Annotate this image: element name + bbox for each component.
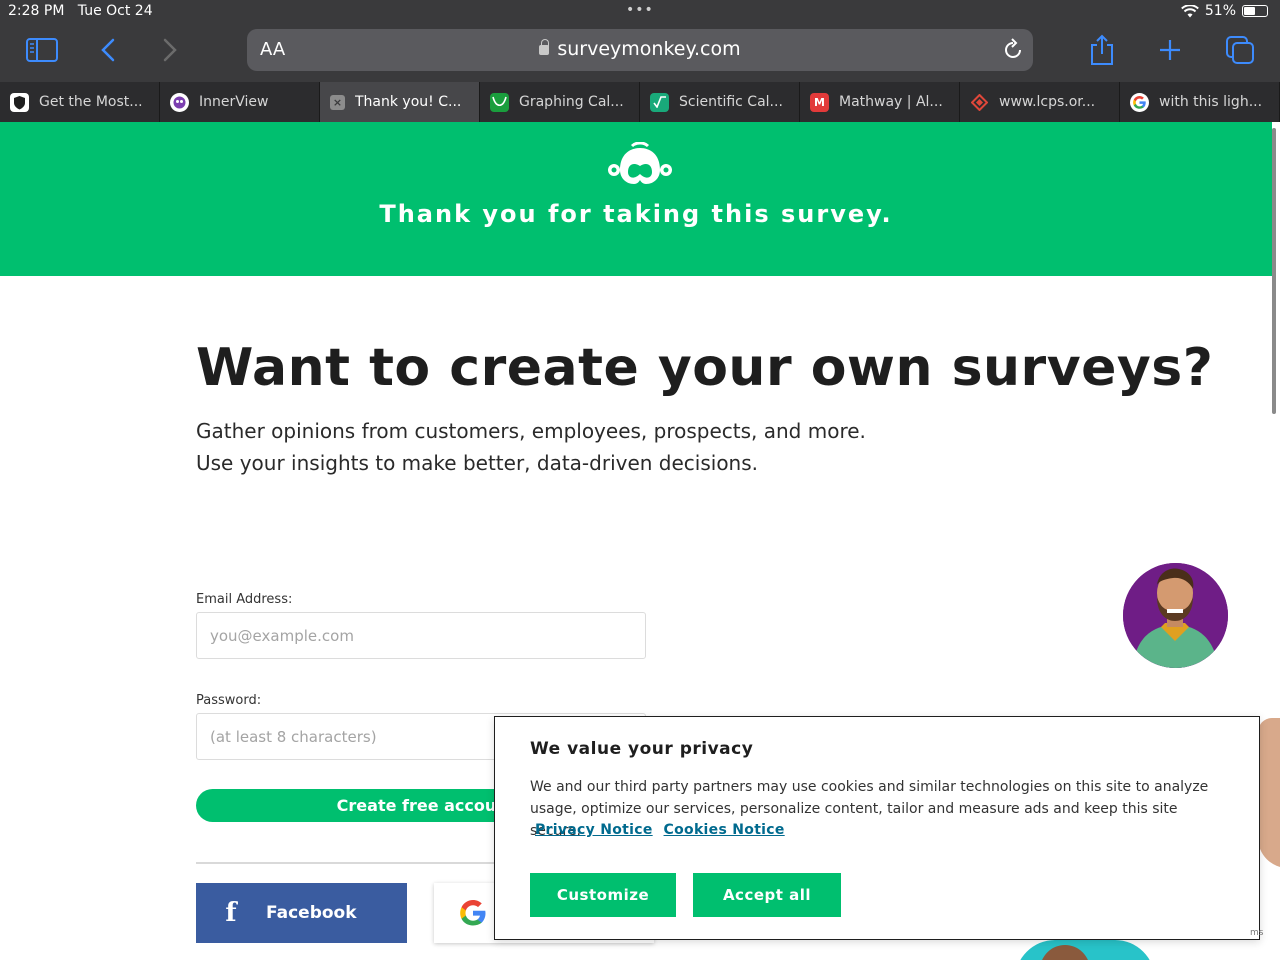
email-label: Email Address:	[196, 592, 293, 607]
tab-scientific-calculator[interactable]: Scientific Cal...	[640, 82, 800, 122]
google-favicon-icon	[1130, 92, 1149, 112]
tab-google-search[interactable]: with this ligh...	[1120, 82, 1280, 122]
graph-favicon-icon	[490, 92, 509, 112]
sqrt-favicon-icon	[650, 92, 669, 112]
subline-insights: Use your insights to make better, data-d…	[196, 451, 759, 475]
new-tab-icon[interactable]	[1152, 32, 1188, 68]
cookie-links: Privacy Notice Cookies Notice	[535, 822, 791, 838]
tab-innerview[interactable]: InnerView	[160, 82, 320, 122]
google-icon	[458, 898, 488, 932]
browser-chrome: 2:28 PM Tue Oct 24 ••• 51% AA surveymonk…	[0, 0, 1280, 82]
tab-get-the-most[interactable]: Get the Most...	[0, 82, 160, 122]
url-text[interactable]: surveymonkey.com	[247, 38, 1033, 60]
tab-mathway[interactable]: M Mathway | Al...	[800, 82, 960, 122]
sidebar-icon[interactable]	[24, 32, 60, 68]
facebook-icon: f	[225, 898, 237, 928]
forward-icon[interactable]	[152, 32, 188, 68]
tab-lcps[interactable]: www.lcps.or...	[960, 82, 1120, 122]
close-tab-icon[interactable]: ×	[330, 94, 345, 110]
page-scrollbar[interactable]	[1272, 128, 1276, 414]
status-time: 2:28 PM Tue Oct 24	[8, 3, 153, 19]
accept-all-button[interactable]: Accept all	[693, 873, 841, 917]
back-icon[interactable]	[90, 32, 126, 68]
shield-favicon-icon	[10, 92, 29, 112]
battery-percent: 51%	[1204, 3, 1236, 19]
facebook-label: Facebook	[266, 903, 357, 923]
hero-title: Thank you for taking this survey.	[379, 200, 893, 228]
battery-icon	[1242, 5, 1268, 17]
reload-icon[interactable]	[1003, 38, 1023, 64]
address-bar[interactable]: AA surveymonkey.com	[247, 29, 1033, 71]
tab-graphing-calculator[interactable]: Graphing Cal...	[480, 82, 640, 122]
status-indicators: 51%	[1180, 3, 1268, 19]
mathway-favicon-icon: M	[810, 92, 829, 112]
tabs-overview-icon[interactable]	[1222, 32, 1258, 68]
email-field[interactable]	[196, 612, 646, 659]
avatar	[1123, 563, 1228, 668]
tab-strip: Get the Most... InnerView × Thank you! C…	[0, 82, 1280, 122]
surveymonkey-logo-icon	[606, 141, 674, 192]
subline-opinions: Gather opinions from customers, employee…	[196, 419, 866, 443]
facebook-signup-button[interactable]: f Facebook	[196, 883, 407, 943]
recaptcha-terms-text: ms	[1250, 928, 1264, 938]
decorative-photo-right	[1258, 718, 1280, 868]
privacy-notice-link[interactable]: Privacy Notice	[535, 822, 653, 838]
cookie-title: We value your privacy	[530, 739, 754, 759]
cookie-consent-banner: We value your privacy We and our third p…	[494, 716, 1260, 940]
thank-you-banner: Thank you for taking this survey.	[0, 122, 1272, 276]
password-label: Password:	[196, 693, 262, 708]
innerview-favicon-icon	[170, 92, 189, 112]
wifi-icon	[1180, 4, 1199, 17]
customize-button[interactable]: Customize	[530, 873, 676, 917]
share-icon[interactable]	[1084, 32, 1120, 68]
lock-icon	[539, 39, 550, 55]
multitasking-dots-icon[interactable]: •••	[626, 2, 654, 18]
tab-thank-you[interactable]: × Thank you! C...	[320, 82, 480, 122]
lcps-favicon-icon	[970, 93, 989, 112]
cookies-notice-link[interactable]: Cookies Notice	[664, 822, 785, 838]
page-headline: Want to create your own surveys?	[196, 338, 1214, 398]
